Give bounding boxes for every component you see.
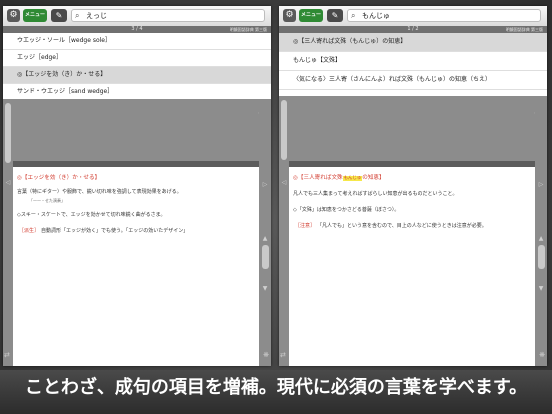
result-row[interactable]: 〈気になる〉三人寄（さんにんよ）れば文殊（もんじゅ）の知恵（ちえ） <box>279 71 547 90</box>
list-scrollbar[interactable] <box>281 100 287 160</box>
search-icon: ⌕ <box>75 11 80 20</box>
headword-part-2: の知恵】 <box>362 175 385 181</box>
scroll-up-icon[interactable]: ▲ <box>259 235 271 243</box>
search-query: えっじ <box>86 12 107 20</box>
dictionary-edition: 明鏡国語辞典 第三版 <box>229 27 267 32</box>
chevron-left-icon[interactable]: ◁ <box>3 179 13 187</box>
search-query: もんじゅ <box>362 12 390 20</box>
note-text: 「凡人でも」という意を含むので、目上の人などに使うときは注意が必要。 <box>317 223 487 229</box>
caption-text: ことわざ、成句の項目を増補。現代に必須の言葉を学べます。 <box>24 377 528 398</box>
resize-icon[interactable]: ⇄ <box>4 351 10 359</box>
entry-detail: ◁ ⇄ ▷ ▲ ▼ ❋ ◎【三人寄れば文殊もんじゅの知恵】 凡人でも三人集まって… <box>279 96 547 366</box>
headword-ruby: もんじゅ <box>342 176 363 181</box>
left-sidebar: ◁ ⇄ <box>279 96 289 366</box>
promo-caption: ことわざ、成句の項目を増補。現代に必須の言葉を学べます。 <box>0 370 552 414</box>
pen-icon[interactable]: ✎ <box>327 9 343 22</box>
note-tag: ［注意］ <box>295 223 316 229</box>
toolbar: ⚙ メニュー ✎ ⌕ もんじゅ <box>279 6 547 27</box>
menu-button[interactable]: メニュー <box>299 9 323 22</box>
entry-headword: ◎【エッジを効（き）か・せる】 <box>17 175 101 181</box>
result-row[interactable]: エッジ［edge］ <box>3 50 271 67</box>
detail-scrollbar[interactable] <box>262 245 269 269</box>
settings-small-icon[interactable]: ❋ <box>539 351 545 359</box>
right-dictionary-pane: ⚙ メニュー ✎ ⌕ もんじゅ 1 / 2 明鏡国語辞典 第三版 ◎【三人寄れば… <box>279 6 547 366</box>
search-icon: ⌕ <box>351 11 356 20</box>
settings-gear-icon[interactable]: ⚙ <box>7 9 20 22</box>
definition-1: 言葉（特にギター）や服飾で、鋭い切れ味を強調して表現効果をあげる。 <box>17 189 182 195</box>
screenshot-stage: ⚙ メニュー ✎ ⌕ えっじ 3 / 4 明鏡国語辞典 第三版 ウエッジ・ソール… <box>0 0 552 370</box>
scroll-down-icon[interactable]: ▼ <box>259 285 271 293</box>
headword-part-1: ◎【三人寄れば文殊 <box>293 175 343 181</box>
definition-2: ◇スキー・スケートで、エッジを効かせて切れ味鋭く曲がるさま。 <box>17 212 166 218</box>
list-scrollbar[interactable] <box>5 103 11 163</box>
left-sidebar: ◁ ⇄ <box>3 99 13 366</box>
scroll-up-icon[interactable]: ▲ <box>535 235 547 243</box>
definition-1-example: 「——・せた演奏」 <box>29 198 65 203</box>
result-list: ウエッジ・ソール［wedge sole］ エッジ［edge］ ◎【エッジを効（き… <box>3 33 271 101</box>
definition-1: 凡人でも三人集まって考えればすばらしい知恵が出るものだということ。 <box>293 191 458 197</box>
empty-list-area: + ✎ <box>279 96 547 161</box>
settings-gear-icon[interactable]: ⚙ <box>283 9 296 22</box>
right-sidebar: ▷ ▲ ▼ ❋ <box>259 99 271 366</box>
toolbar: ⚙ メニュー ✎ ⌕ えっじ <box>3 6 271 27</box>
result-count-bar: 3 / 4 明鏡国語辞典 第三版 <box>3 26 271 33</box>
definition-2: ◇「文殊」は知恵をつかさどる菩薩（ぼさつ）。 <box>293 207 400 213</box>
settings-small-icon[interactable]: ❋ <box>263 351 269 359</box>
result-row-selected[interactable]: ◎【エッジを効（き）か・せる】 <box>3 67 271 84</box>
entry-detail: ◁ ⇄ ▷ ▲ ▼ ❋ ◎【エッジを効（き）か・せる】 言葉（特にギター）や服飾… <box>3 99 271 366</box>
detail-scrollbar[interactable] <box>538 245 545 269</box>
empty-list-area: + ✎ <box>3 99 271 161</box>
resize-icon[interactable]: ⇄ <box>280 351 286 359</box>
result-count-bar: 1 / 2 明鏡国語辞典 第三版 <box>279 26 547 33</box>
chevron-right-icon[interactable]: ▷ <box>535 181 547 189</box>
chevron-right-icon[interactable]: ▷ <box>259 181 271 189</box>
result-row[interactable]: ウエッジ・ソール［wedge sole］ <box>3 33 271 50</box>
result-list: ◎【三人寄れば文殊（もんじゅ）の知恵】 もんじゅ【文殊】 〈気になる〉三人寄（さ… <box>279 33 547 90</box>
left-dictionary-pane: ⚙ メニュー ✎ ⌕ えっじ 3 / 4 明鏡国語辞典 第三版 ウエッジ・ソール… <box>3 6 271 366</box>
dictionary-edition: 明鏡国語辞典 第三版 <box>505 27 543 32</box>
entry-headword: ◎【三人寄れば文殊もんじゅの知恵】 <box>293 175 385 182</box>
result-row[interactable]: もんじゅ【文殊】 <box>279 52 547 71</box>
scroll-down-icon[interactable]: ▼ <box>535 285 547 293</box>
result-row-selected[interactable]: ◎【三人寄れば文殊（もんじゅ）の知恵】 <box>279 33 547 52</box>
note-text: 自動詞形「エッジが効く」でも使う。「エッジの効いたデザイン」 <box>41 228 189 234</box>
chevron-left-icon[interactable]: ◁ <box>279 179 289 187</box>
menu-button[interactable]: メニュー <box>23 9 47 22</box>
right-sidebar: ▷ ▲ ▼ ❋ <box>535 96 547 366</box>
note-tag: ［派生］ <box>19 228 40 234</box>
search-input[interactable]: ⌕ えっじ <box>71 9 265 22</box>
search-input[interactable]: ⌕ もんじゅ <box>347 9 541 22</box>
pen-icon[interactable]: ✎ <box>51 9 67 22</box>
